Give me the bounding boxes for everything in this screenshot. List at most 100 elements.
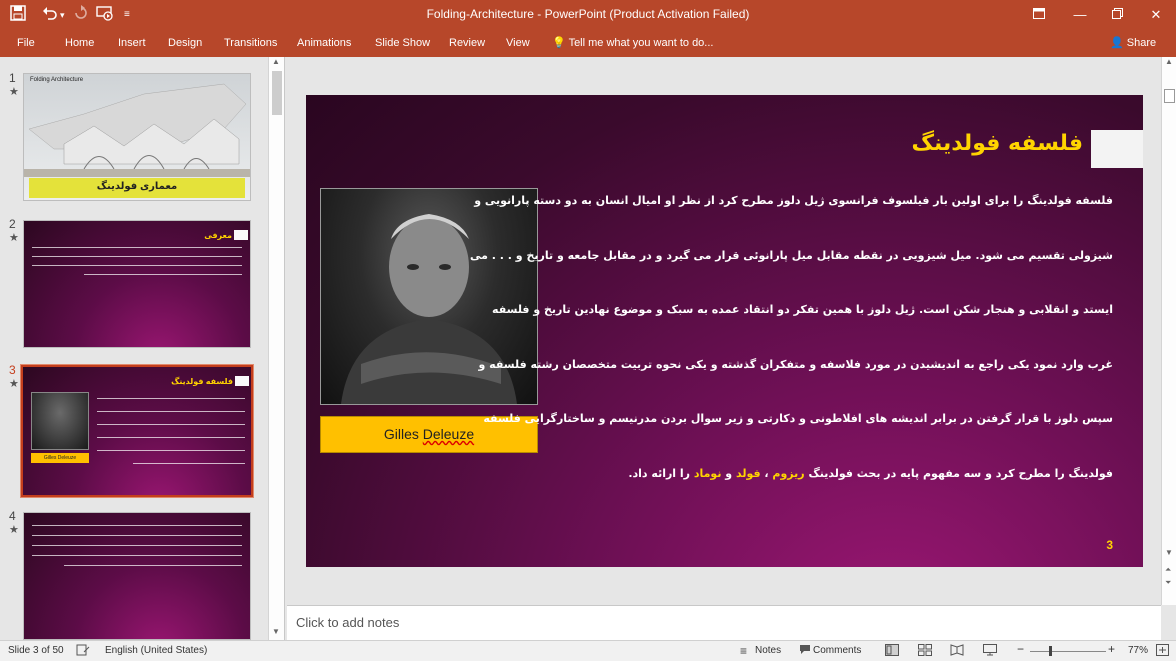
body-line-last: فولدینگ را مطرح کرد و سه مفهوم پایه در ب… [553,463,1113,518]
caption-last-name: Deleuze [422,426,475,442]
scroll-down-icon[interactable]: ▼ [1165,548,1173,557]
thumbnail-text-line [32,545,242,546]
thumbnail-text-line [32,265,242,266]
thumbnail-text-line [97,437,245,438]
thumbnail-number: 1 [9,71,16,85]
editor-scrollbar[interactable]: ▲ ▼ ⏶ ⏷ [1161,57,1176,605]
body-line: شیزولی تقسیم می شود. میل شیزویی در نقطه … [470,248,1113,262]
animation-star-icon: ★ [9,378,19,390]
tab-transitions[interactable]: Transitions [224,34,277,52]
slide-body-text[interactable]: فلسفه فولدینگ را برای اولین بار فیلسوف ف… [470,190,1113,518]
fit-to-window-icon[interactable] [1156,644,1169,659]
thumbnail-caption: Gilles Deleuze [31,453,89,463]
spell-check-icon[interactable] [76,644,90,659]
caption-first-name: Gilles [383,426,419,442]
tab-home[interactable]: Home [65,34,94,52]
notes-placeholder[interactable]: Click to add notes [296,615,399,630]
ribbon-display-icon[interactable] [1027,4,1051,26]
tab-review[interactable]: Review [449,34,485,52]
slide-counter[interactable]: Slide 3 of 50 [8,645,64,657]
window-title: Folding-Architecture - PowerPoint (Produ… [426,7,750,21]
comments-icon[interactable] [799,644,811,658]
current-slide[interactable]: فلسفه فولدینگ Gilles Deleuze فلسفه فولدی… [306,95,1143,567]
slideshow-icon[interactable] [983,644,997,659]
reading-view-icon[interactable] [950,644,964,659]
scroll-up-icon[interactable]: ▲ [1165,57,1173,66]
minimize-icon[interactable]: — [1068,4,1092,26]
tab-file[interactable]: File [17,34,35,52]
body-text-part: را ارائه داد. [628,466,694,480]
thumbnail-text-line [32,555,242,556]
notes-button[interactable]: Notes [755,645,781,657]
thumbnail-text-line [97,411,245,412]
thumbnail-text-line [97,424,245,425]
thumbnail-number: 2 [9,217,16,231]
maximize-icon[interactable] [1105,4,1129,26]
scroll-down-icon[interactable]: ▼ [272,627,280,636]
notes-pane[interactable]: Click to add notes [287,605,1161,640]
zoom-out-button[interactable]: − [1017,643,1024,655]
normal-view-icon[interactable] [885,644,899,659]
slide-page-number: 3 [1106,538,1113,552]
tab-design[interactable]: Design [168,34,202,52]
close-icon[interactable]: ✕ [1144,4,1168,26]
thumbnail-text-line [133,463,245,464]
thumbnail-portrait [31,392,89,450]
highlight-rhizome: ریزوم [772,466,805,480]
slide-thumbnail-2[interactable]: معرفی [23,220,251,348]
slide-thumbnail-4[interactable] [23,512,251,640]
next-slide-icon[interactable]: ⏷ [1165,578,1171,588]
lightbulb-icon: 💡 [552,37,566,49]
zoom-in-button[interactable]: + [1108,643,1115,655]
thumbnail-small-title: Folding Architecture [30,77,84,83]
thumbnail-number: 3 [9,363,16,377]
tab-view[interactable]: View [506,34,530,52]
slide-thumbnail-1[interactable]: Folding Architecture معماری فولدینگ [23,73,251,201]
comments-button[interactable]: Comments [813,645,861,657]
previous-slide-icon[interactable]: ⏶ [1165,565,1171,575]
body-line: سپس دلوز با قرار گرفتن در برابر اندیشه ه… [483,412,1113,425]
tab-animations[interactable]: Animations [297,34,351,52]
highlight-nomad: نوماد [693,466,722,480]
thumbnail-title: فلسفه فولدینگ [171,377,233,386]
scroll-thumb[interactable] [1164,89,1175,103]
thumbnail-text-line [32,535,242,536]
animation-star-icon: ★ [9,232,19,244]
thumbnail-text-line [64,565,242,566]
thumbnail-scrollbar[interactable]: ▲ ▼ [268,57,284,640]
slide-title[interactable]: فلسفه فولدینگ [911,131,1083,156]
thumbnail-text-line [32,525,242,526]
language-indicator[interactable]: English (United States) [105,645,207,657]
thumbnail-caption: معماری فولدینگ [96,181,178,192]
thumbnail-text-line [97,398,245,399]
body-line: فلسفه فولدینگ را برای اولین بار فیلسوف ف… [474,194,1113,207]
thumbnail-white-box [234,230,248,240]
notes-icon[interactable]: ≡ [740,644,747,658]
thumbnail-text-line [32,247,242,248]
animation-star-icon: ★ [9,524,19,536]
body-text-part: فولدینگ را مطرح کرد و سه مفهوم پایه در ب… [804,466,1113,480]
body-line: غرب وارد نمود یکی راجع به اندیشیدن در مو… [478,357,1113,371]
zoom-slider[interactable] [1030,651,1106,652]
slide-thumbnail-3[interactable]: فلسفه فولدینگ Gilles Deleuze [20,364,254,498]
tell-me-box[interactable]: 💡 Tell me what you want to do... [552,34,713,52]
slide-editor: فلسفه فولدینگ Gilles Deleuze فلسفه فولدی… [287,57,1161,605]
zoom-level[interactable]: 77% [1128,645,1148,657]
share-label: Share [1126,37,1157,49]
tab-insert[interactable]: Insert [118,34,146,52]
thumbnail-text-line [84,274,242,275]
slide-sorter-icon[interactable] [918,644,932,659]
thumbnail-number: 4 [9,509,16,523]
title-accent-box [1091,130,1143,168]
ribbon-tabs: File Home Insert Design Transitions Anim… [0,30,1176,57]
body-line: ایستد و انقلابی و هنجار شکن است. ژیل دلو… [492,303,1113,316]
scroll-thumb[interactable] [272,71,282,115]
person-icon: 👤 [1110,37,1124,49]
zoom-slider-thumb[interactable] [1049,646,1052,656]
title-bar: ▾ ≡ Folding-Architecture - PowerPoint (P… [0,0,1176,30]
scroll-up-icon[interactable]: ▲ [272,57,280,66]
thumbnail-text-line [32,256,242,257]
share-button[interactable]: 👤 Share [1110,33,1156,53]
tab-slide-show[interactable]: Slide Show [375,34,430,52]
body-text-part: و [721,466,736,480]
